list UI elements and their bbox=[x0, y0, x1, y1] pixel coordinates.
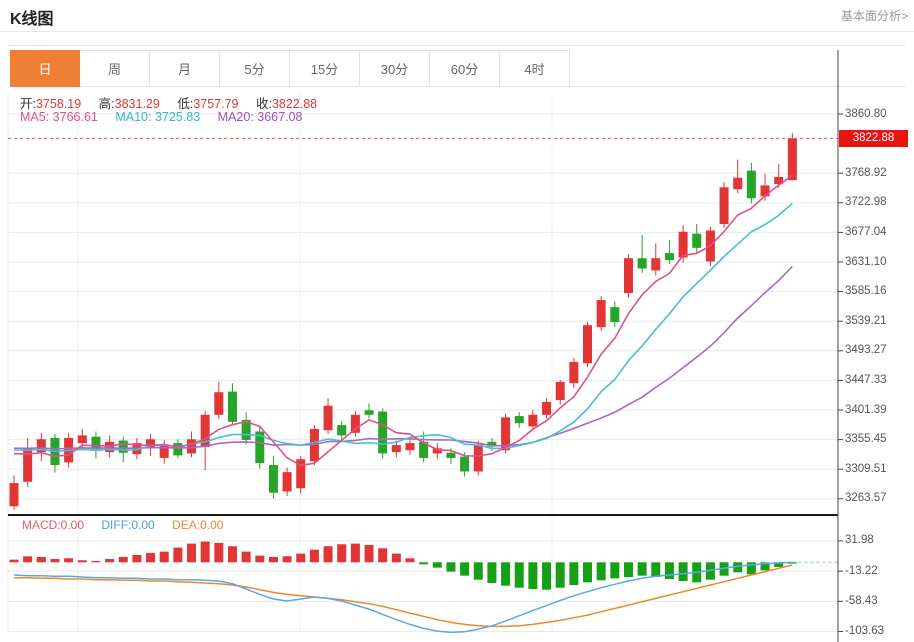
low-value: 3757.79 bbox=[193, 97, 238, 111]
low-label: 低: bbox=[177, 97, 193, 111]
macd-label: MACD: bbox=[22, 518, 61, 532]
open-label: 开: bbox=[20, 97, 36, 111]
current-price-badge: 3822.88 bbox=[839, 130, 908, 147]
dea-value: 0.00 bbox=[200, 518, 223, 532]
ma-readout: MA5: 3766.61 MA10: 3725.83 MA20: 3667.08 bbox=[20, 110, 316, 124]
high-label: 高: bbox=[99, 97, 115, 111]
dea-label: DEA: bbox=[172, 518, 200, 532]
ma20-value: 3667.08 bbox=[257, 110, 302, 124]
diff-label: DIFF: bbox=[101, 518, 131, 532]
close-label: 收: bbox=[256, 97, 272, 111]
open-value: 3758.19 bbox=[36, 97, 81, 111]
close-value: 3822.88 bbox=[272, 97, 317, 111]
macd-value: 0.00 bbox=[61, 518, 84, 532]
ma5-label: MA5: bbox=[20, 110, 49, 124]
ma20-label: MA20: bbox=[218, 110, 254, 124]
high-value: 3831.29 bbox=[115, 97, 160, 111]
macd-readout: MACD:0.00 DIFF:0.00 DEA:0.00 bbox=[22, 518, 237, 532]
ma10-value: 3725.83 bbox=[155, 110, 200, 124]
diff-value: 0.00 bbox=[131, 518, 154, 532]
ma5-value: 3766.61 bbox=[53, 110, 98, 124]
ma10-label: MA10: bbox=[115, 110, 151, 124]
